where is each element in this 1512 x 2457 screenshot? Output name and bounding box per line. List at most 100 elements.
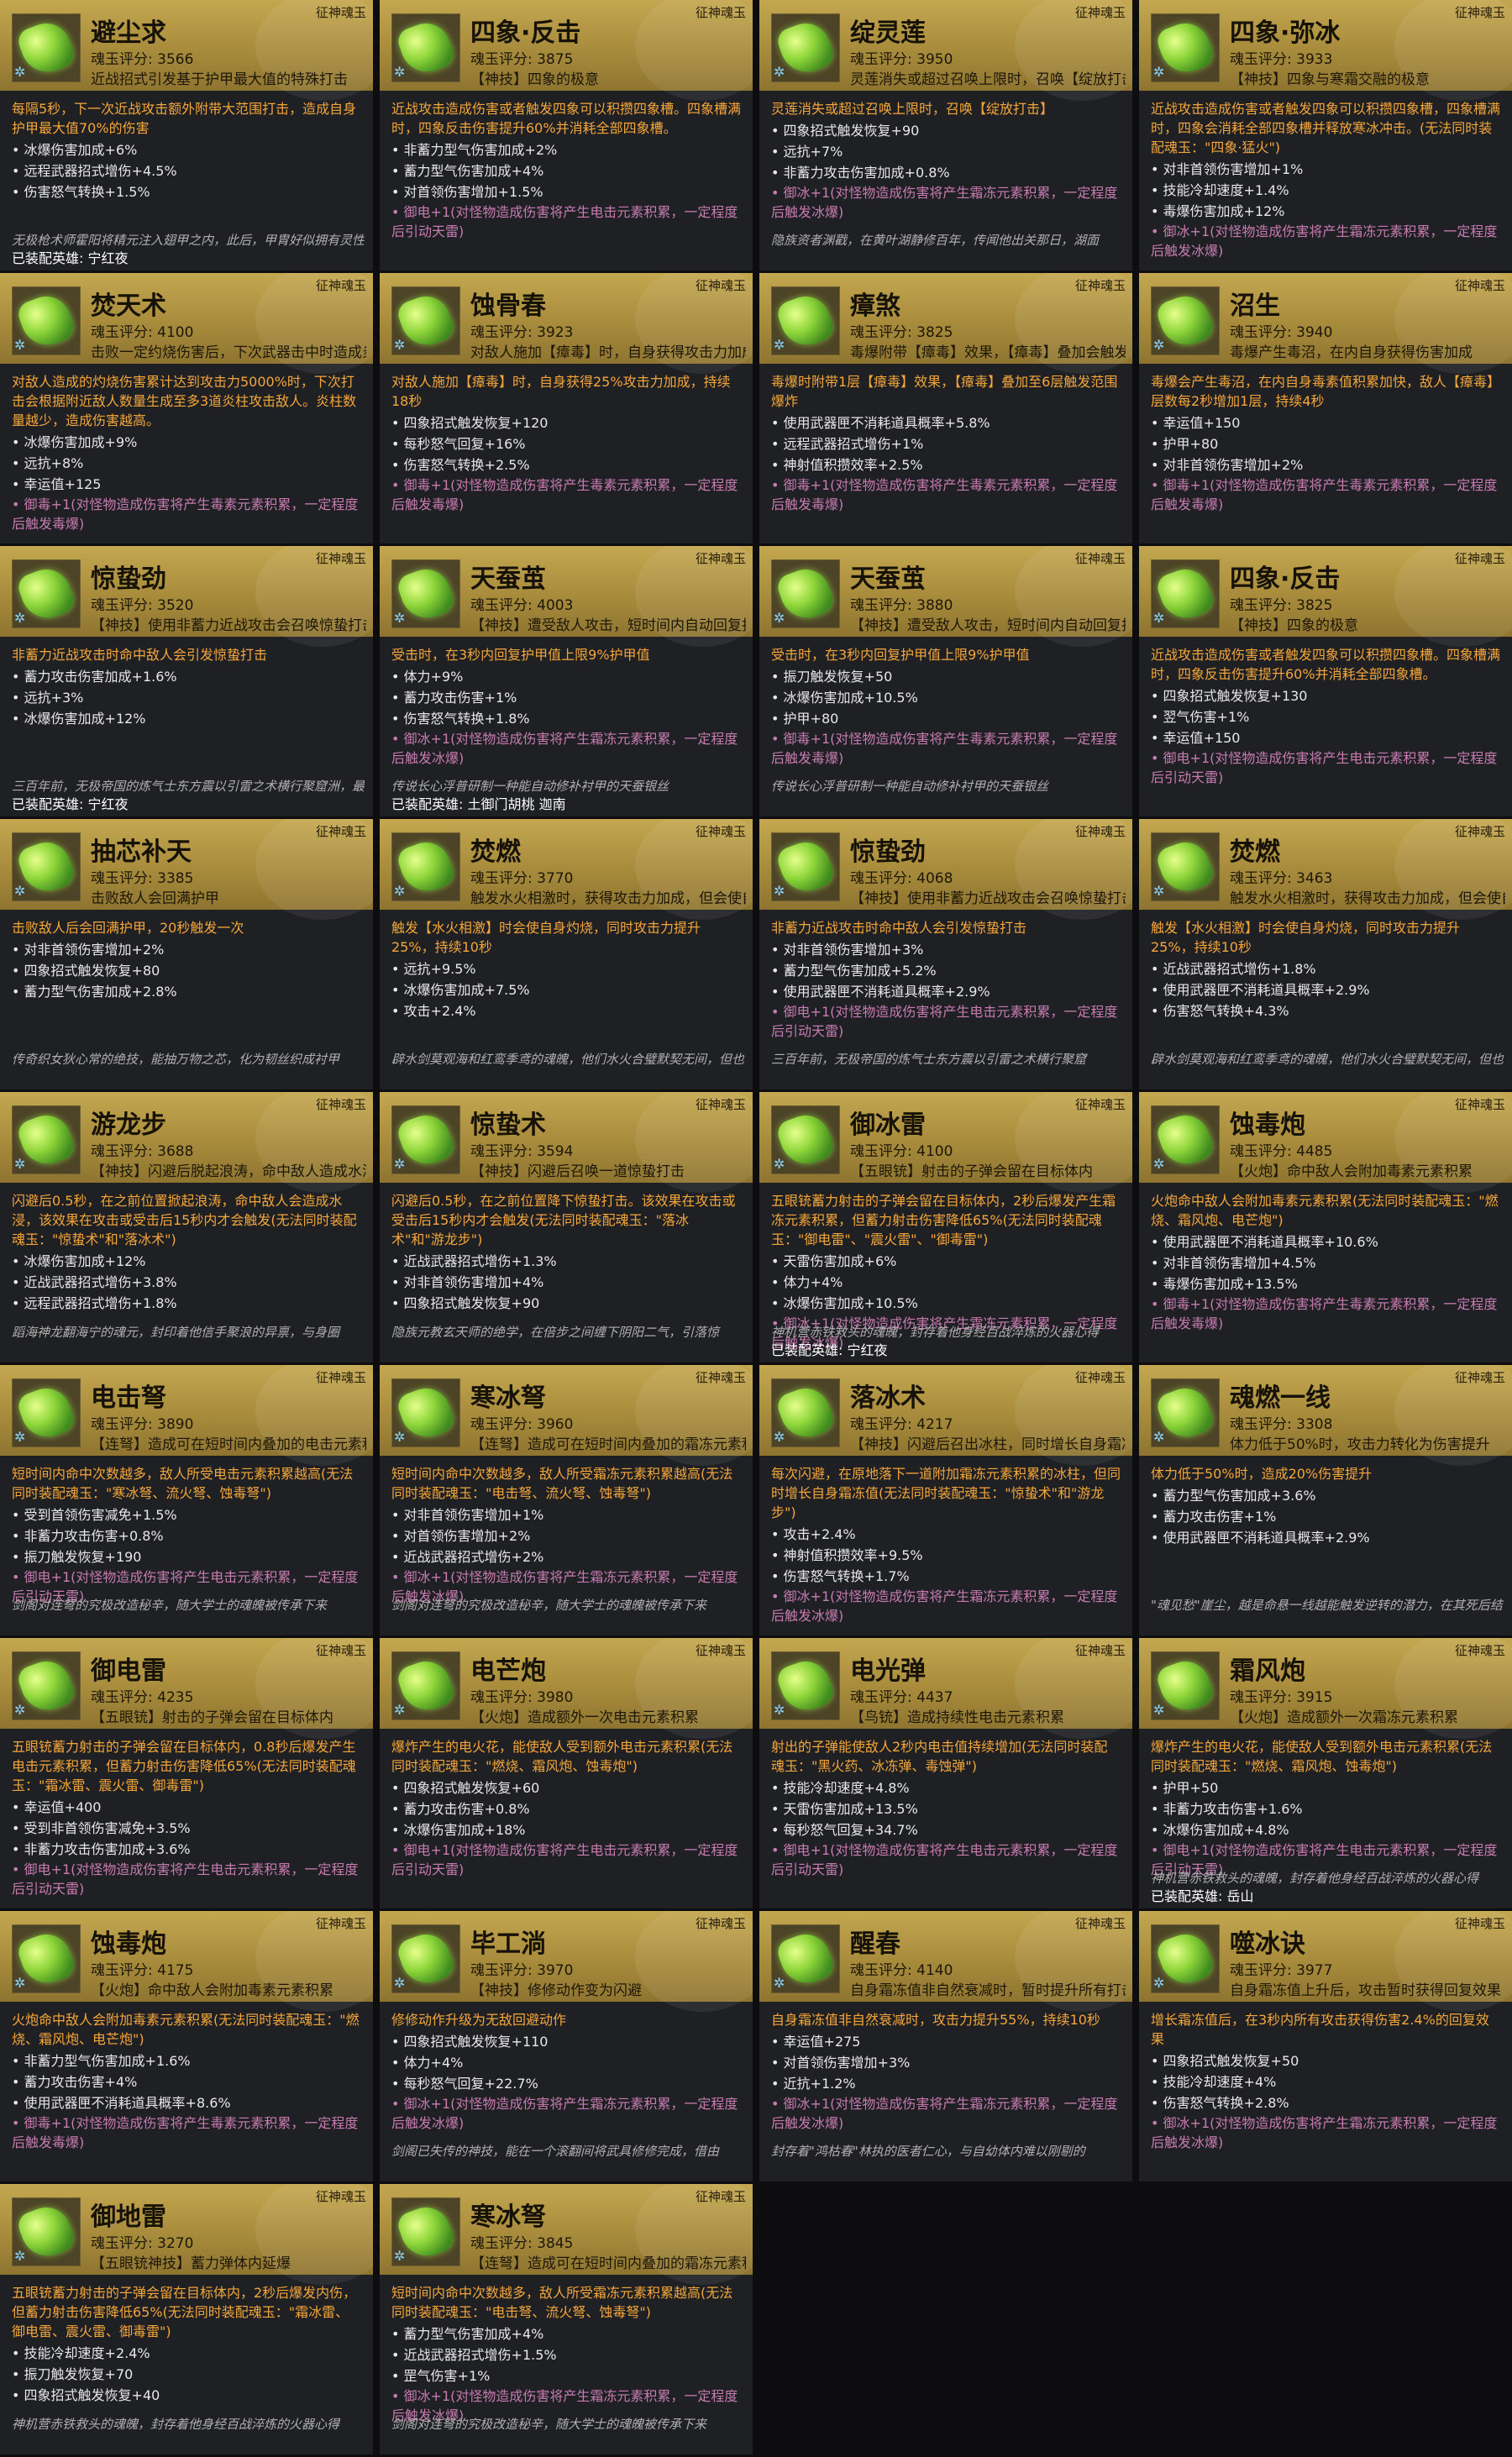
soul-jade-card[interactable]: 征神魂玉 ✲ 蚀毒炮 魂玉评分: 4485 【火炮】命中敌人会附加毒素元素积累 火炮命中敌… [1139, 1092, 1512, 1362]
soul-jade-card[interactable]: 征神魂玉 ✲ 毕工淌 魂玉评分: 3970 【神技】修修动作变为闪避 修修动作升级为无敌回… [380, 1911, 753, 2181]
lore-text: 剑阁对连弩的究极改造秘辛，随大学士的魂魄被传承下来 [12, 1598, 328, 1613]
element-icon: ✲ [1153, 1156, 1165, 1172]
soul-jade-card[interactable]: 征神魂玉 ✲ 四象·反击 魂玉评分: 3825 【神技】四象的极意 近战攻击造成伤害或者触… [1139, 546, 1512, 816]
stat-line: 近战武器招式增伤+1.8% [1151, 958, 1500, 979]
soul-jade-card[interactable]: 征神魂玉 ✲ 霜风炮 魂玉评分: 3915 【火炮】造成额外一次霜冻元素积累 爆炸产生的电… [1139, 1638, 1512, 1908]
jade-name: 四象·弥冰 [1230, 18, 1341, 48]
grade-tag: 征神魂玉 [1454, 5, 1505, 20]
jade-score: 魂玉评分: 3688 [91, 1143, 194, 1160]
lore-text: 神机营赤铁救头的魂魄，封存着他身经百战淬炼的火器心得 [12, 2417, 340, 2432]
effect-text: 短时间内命中次数越多，敌人所受霜冻元素积累越高(无法同时装配魂玉："电击弩、流火… [391, 1466, 733, 1501]
card-body: 射出的子弹能使敌人2秒内电击值持续增加(无法同时装配魂玉："黑火药、冰冻弹、毒蚀… [759, 1729, 1132, 1908]
soul-jade-card[interactable]: 征神魂玉 ✲ 电击弩 魂玉评分: 3890 【连弩】造成可在短时间内叠加的电击元素积累短… [0, 1365, 373, 1635]
inventory-grid: 征神魂玉 ✲ 避尘求 魂玉评分: 3566 近战招式引发基于护甲最大值的特殊打击 每隔5秒… [0, 0, 1512, 2457]
effect-text: 短时间内命中次数越多，敌人所受霜冻元素积累越高(无法同时装配魂玉："电击弩、流火… [391, 2285, 733, 2320]
jade-summary: 【连弩】造成可在短时间内叠加的电击元素积累 [91, 1436, 366, 1453]
stat-line: 四象招式触发恢复+120 [391, 412, 741, 433]
jade-score: 魂玉评分: 3950 [850, 51, 953, 68]
lore-text: 三百年前，无极帝国的炼气士东方震以引雷之术横行聚窟洲，最后他散于苍穹之手 [12, 779, 365, 794]
stat-line: 每秒怒气回复+16% [391, 433, 741, 454]
jade-name: 毕工淌 [470, 1929, 546, 1959]
lore-text: 剑阁对连弩的究极改造秘辛，随大学士的魂魄被传承下来 [391, 1598, 707, 1613]
jade-icon: ✲ [12, 559, 81, 628]
grade-tag: 征神魂玉 [1454, 824, 1505, 839]
grade-tag: 征神魂玉 [1074, 1097, 1126, 1112]
jade-score: 魂玉评分: 4100 [850, 1143, 953, 1160]
stat-list: 近战武器招式增伤+1.3%对非首领伤害增加+4%四象招式触发恢复+90 [391, 1251, 741, 1314]
stat-line: 对非首领伤害增加+4% [391, 1272, 741, 1293]
soul-jade-card[interactable]: 征神魂玉 ✲ 抽芯补天 魂玉评分: 3385 击败敌人会回满护甲 击败敌人后会回满护甲，2… [0, 819, 373, 1089]
soul-jade-card[interactable]: 征神魂玉 ✲ 四象·反击 魂玉评分: 3875 【神技】四象的极意 近战攻击造成伤害或者触… [380, 0, 753, 270]
effect-text: 近战攻击造成伤害或者触发四象可以积攒四象槽。四象槽满时，四象反击伤害提升60%并… [391, 101, 742, 136]
jade-name: 焚燃 [470, 837, 521, 867]
stat-list: 振刀触发恢复+50冰爆伤害加成+10.5%护甲+80 [771, 666, 1121, 729]
soul-jade-card[interactable]: 征神魂玉 ✲ 惊蛰术 魂玉评分: 3594 【神技】闪避后召唤一道惊蛰打击 闪避后0.5秒… [380, 1092, 753, 1362]
soul-jade-card[interactable]: 征神魂玉 ✲ 御电雷 魂玉评分: 4235 【五眼铳】射击的子弹会留在目标体内 五眼铳蓄力… [0, 1638, 373, 1908]
effect-text: 每次闪避，在原地落下一道附加霜冻元素积累的冰柱，但同时增长自身霜冻值(无法同时装… [771, 1466, 1121, 1520]
jade-icon: ✲ [771, 286, 840, 355]
soul-jade-card[interactable]: 征神魂玉 ✲ 焚天术 魂玉评分: 4100 击败一定约烧伤害后，下次武器击中时造成炎柱对… [0, 273, 373, 543]
soul-jade-card[interactable]: 征神魂玉 ✲ 电光弹 魂玉评分: 4437 【鸟铳】造成持续性电击元素积累 射出的子弹能使… [759, 1638, 1132, 1908]
soul-jade-card[interactable]: 征神魂玉 ✲ 寒冰弩 魂玉评分: 3960 【连弩】造成可在短时间内叠加的霜冻元素积累短… [380, 1365, 753, 1635]
jade-summary: 灵莲消失或超过召唤上限时，召唤【绽放打击】 [850, 71, 1126, 88]
stat-line: 伤害怒气转换+1.7% [771, 1566, 1121, 1587]
jade-icon: ✲ [391, 1651, 460, 1720]
grade-tag: 征神魂玉 [315, 1916, 366, 1931]
element-icon: ✲ [394, 1975, 406, 1991]
jade-summary: 触发水火相激时，获得攻击力加成，但会使自身灼烧 [1230, 890, 1505, 907]
jade-icon: ✲ [771, 1105, 840, 1174]
stat-line: 蓄力攻击伤害+4% [12, 2071, 361, 2092]
card-body: 对敌人造成的灼烧伤害累计达到攻击力5000%时，下次打击会根据附近敌人数量生成至… [0, 364, 373, 543]
jade-score: 魂玉评分: 3933 [1230, 51, 1333, 68]
jade-summary: 自身霜冻值上升后，攻击暂时获得回复效果 [1230, 1982, 1501, 1999]
soul-jade-card[interactable]: 征神魂玉 ✲ 噬冰诀 魂玉评分: 3977 自身霜冻值上升后，攻击暂时获得回复效果 增长霜… [1139, 1911, 1512, 2181]
soul-jade-card[interactable]: 征神魂玉 ✲ 蚀毒炮 魂玉评分: 4175 【火炮】命中敌人会附加毒素元素积累 火炮命中敌… [0, 1911, 373, 2181]
jade-score: 魂玉评分: 3875 [470, 51, 574, 68]
soul-jade-card[interactable]: 征神魂玉 ✲ 焚燃魂玉评分: 3463 触发水火相激时，获得攻击力加成，但会使自身灼烧… [1139, 819, 1512, 1089]
stat-line: 天雷伤害加成+6% [771, 1251, 1121, 1272]
soul-jade-card[interactable]: 征神魂玉 ✲ 避尘求 魂玉评分: 3566 近战招式引发基于护甲最大值的特殊打击 每隔5秒… [0, 0, 373, 270]
soul-jade-card[interactable]: 征神魂玉 ✲ 惊蛰劲 魂玉评分: 3520 【神技】使用非蓄力近战攻击会召唤惊蛰打击 非蓄… [0, 546, 373, 816]
soul-jade-card[interactable]: 征神魂玉 ✲ 惊蛰劲 魂玉评分: 4068 【神技】使用非蓄力近战攻击会召唤惊蛰打击 非蓄… [759, 819, 1132, 1089]
jade-name: 御地雷 [91, 2202, 166, 2232]
stat-line: 冰爆伤害加成+12% [12, 708, 361, 729]
soul-jade-card[interactable]: 征神魂玉 ✲ 天蚕茧魂玉评分: 4003 【神技】遭受敌人攻击，短时间内自动回复护甲值… [380, 546, 753, 816]
stat-list: 幸运值+150护甲+80对非首领伤害增加+2% [1151, 412, 1500, 475]
soul-jade-card[interactable]: 征神魂玉 ✲ 御冰雷 魂玉评分: 4100 【五眼铳】射击的子弹会留在目标体内 五眼铳蓄力… [759, 1092, 1132, 1362]
jade-score: 魂玉评分: 3915 [1230, 1689, 1333, 1706]
soul-jade-card[interactable]: 征神魂玉 ✲ 绽灵莲 魂玉评分: 3950 灵莲消失或超过召唤上限时，召唤【绽放打击】灵… [759, 0, 1132, 270]
soul-jade-card[interactable]: 征神魂玉 ✲ 瘴煞魂玉评分: 3825 毒爆附带【瘴毒】效果，【瘴毒】叠加会触发范围打… [759, 273, 1132, 543]
stat-line: 近抗+1.2% [771, 2073, 1121, 2094]
soul-jade-card[interactable]: 征神魂玉 ✲ 寒冰弩 魂玉评分: 3845 【连弩】造成可在短时间内叠加的霜冻元素积累短… [380, 2184, 753, 2454]
soul-jade-card[interactable]: 征神魂玉 ✲ 落冰术 魂玉评分: 4217 【神技】闪避后召出冰柱，同时增长自身霜冻值每… [759, 1365, 1132, 1635]
jade-score: 魂玉评分: 3890 [91, 1416, 194, 1433]
soul-jade-card[interactable]: 征神魂玉 ✲ 醒春魂玉评分: 4140 自身霜冻值非自然衰减时，暂时提升所有打击伤害自… [759, 1911, 1132, 2181]
stat-line: 技能冷却速度+4.8% [771, 1777, 1121, 1798]
jade-name: 避尘求 [91, 18, 166, 48]
jade-score: 魂玉评分: 3880 [850, 597, 953, 614]
jade-name: 天蚕茧 [470, 564, 546, 594]
stat-line: 对非首领伤害增加+3% [771, 939, 1121, 960]
soul-jade-card[interactable]: 征神魂玉 ✲ 游龙步 魂玉评分: 3688 【神技】闪避后脱起浪涛，命中敌人造成水浸 闪避… [0, 1092, 373, 1362]
soul-jade-card[interactable]: 征神魂玉 ✲ 四象·弥冰 魂玉评分: 3933 【神技】四象与寒霜交融的极意 近战攻击造成… [1139, 0, 1512, 270]
grade-tag: 征神魂玉 [1074, 1370, 1126, 1385]
jade-icon: ✲ [12, 2197, 81, 2266]
stat-line: 非蓄力攻击伤害加成+3.6% [12, 1839, 361, 1860]
soul-jade-card[interactable]: 征神魂玉 ✲ 天蚕茧魂玉评分: 3880 【神技】遭受敌人攻击，短时间内自动回复护甲值… [759, 546, 1132, 816]
stat-line: 使用武器匣不消耗道具概率+2.9% [1151, 1527, 1500, 1548]
soul-jade-card[interactable]: 征神魂玉 ✲ 御地雷 魂玉评分: 3270 【五眼铳神技】蓄力弹体内延爆 五眼铳蓄力射击的… [0, 2184, 373, 2454]
soul-jade-card[interactable]: 征神魂玉 ✲ 焚燃魂玉评分: 3770 触发水火相激时，获得攻击力加成，但会使自身灼烧… [380, 819, 753, 1089]
soul-jade-card[interactable]: 征神魂玉 ✲ 电芒炮 魂玉评分: 3980 【火炮】造成额外一次电击元素积累 爆炸产生的电… [380, 1638, 753, 1908]
stat-line: 伤害怒气转换+4.3% [1151, 1000, 1500, 1021]
soul-jade-card[interactable]: 征神魂玉 ✲ 魂燃一线 魂玉评分: 3308 体力低于50%时，攻击力转化为伤害提升 体力… [1139, 1365, 1512, 1635]
soul-jade-card[interactable]: 征神魂玉 ✲ 蚀骨春 魂玉评分: 3923 对敌人施加【瘴毒】时，自身获得攻击力加成 对敌… [380, 273, 753, 543]
stat-line: 远程武器招式增伤+1.8% [12, 1293, 361, 1314]
jade-name: 焚燃 [1230, 837, 1280, 867]
jade-score: 魂玉评分: 3960 [470, 1416, 574, 1433]
soul-jade-card[interactable]: 征神魂玉 ✲ 沼生 魂玉评分: 3940 毒爆产生毒沼，在内自身获得伤害加成 毒爆会产生毒… [1139, 273, 1512, 543]
stat-line: 四象招式触发恢复+130 [1151, 685, 1500, 706]
stat-line: 伤害怒气转换+1.5% [12, 181, 361, 202]
element-icon: ✲ [774, 610, 785, 626]
stat-line: 毒爆伤害加成+12% [1151, 201, 1500, 222]
grade-tag: 征神魂玉 [315, 278, 366, 293]
